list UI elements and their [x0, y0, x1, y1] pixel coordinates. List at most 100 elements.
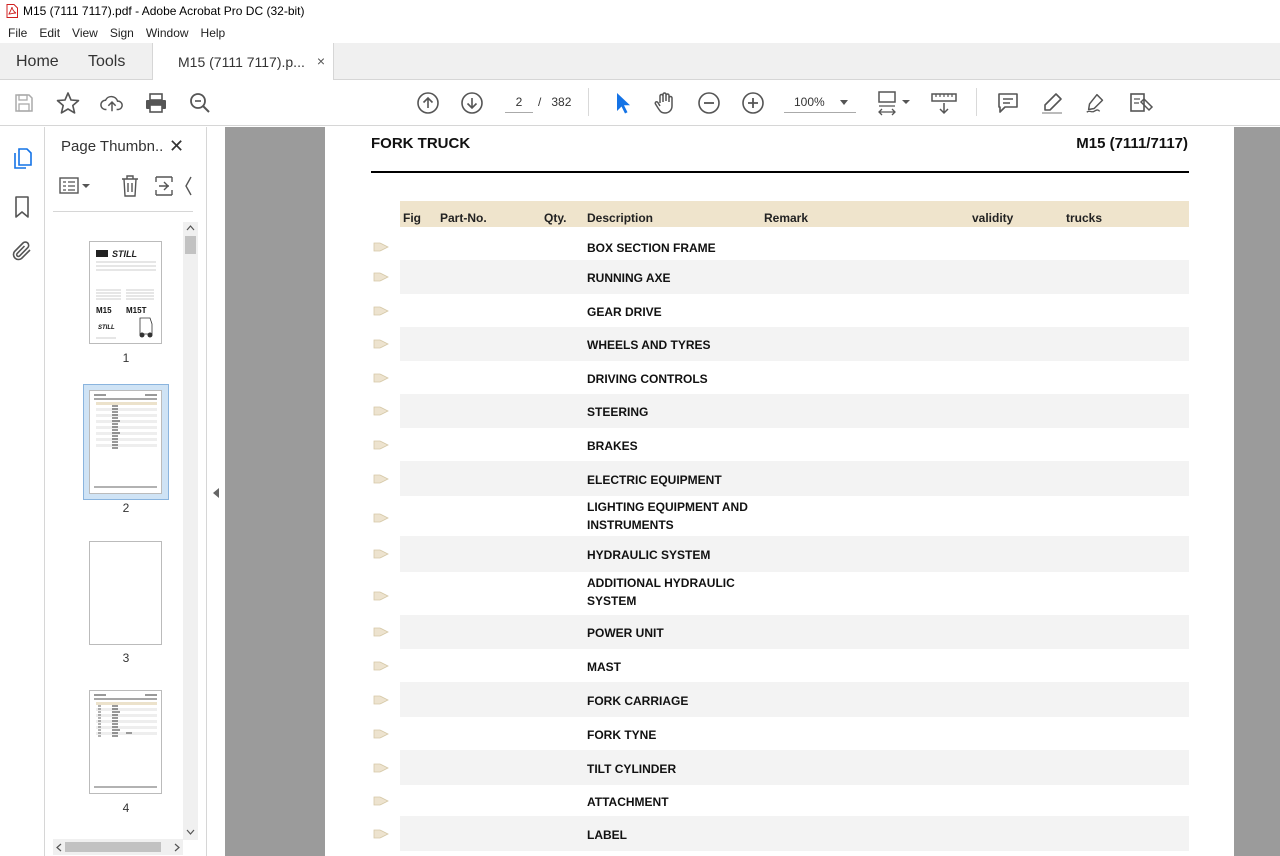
row-link-arrow-icon[interactable] — [373, 729, 389, 739]
row-link-arrow-icon[interactable] — [373, 796, 389, 806]
row-link-arrow-icon[interactable] — [373, 591, 389, 601]
menu-window[interactable]: Window — [140, 26, 195, 40]
menu-bar: File Edit View Sign Window Help — [0, 22, 1280, 43]
row-link-arrow-icon[interactable] — [373, 829, 389, 839]
previous-page-icon[interactable] — [416, 91, 440, 115]
row-link-arrow-icon[interactable] — [373, 627, 389, 637]
document-tab-label: M15 (7111 7117).p... — [178, 54, 305, 70]
page-thumbnails-icon[interactable] — [10, 147, 34, 171]
scrolling-mode-icon[interactable] — [930, 91, 958, 115]
highlight-pen-icon[interactable] — [1040, 91, 1064, 115]
col-description: Description — [587, 211, 654, 225]
tab-home[interactable]: Home — [16, 43, 59, 80]
more-tools-icon[interactable] — [183, 174, 193, 201]
row-description: ATTACHMENT — [587, 795, 669, 809]
row-link-arrow-icon[interactable] — [373, 406, 389, 416]
page-thumbnails-panel: Page Thumbn... ✕ STILL M15 M15T STILL 1 … — [45, 127, 207, 856]
attachment-icon[interactable] — [10, 239, 34, 263]
share-link-icon[interactable] — [1128, 91, 1156, 115]
zoom-in-icon[interactable] — [741, 91, 765, 115]
page-fit-icon[interactable] — [876, 91, 912, 116]
row-description: GEAR DRIVE — [587, 305, 662, 319]
next-page-icon[interactable] — [460, 91, 484, 115]
thumbnail-horizontal-scrollbar[interactable] — [53, 839, 183, 855]
tab-tools[interactable]: Tools — [88, 43, 125, 80]
row-description: BRAKES — [587, 439, 638, 453]
menu-view[interactable]: View — [66, 26, 104, 40]
save-icon[interactable] — [12, 91, 36, 115]
upload-cloud-icon[interactable] — [100, 91, 124, 115]
row-link-arrow-icon[interactable] — [373, 272, 389, 282]
thumbnail-label: 2 — [122, 501, 130, 515]
row-link-arrow-icon[interactable] — [373, 339, 389, 349]
thumbnail-options-icon[interactable] — [59, 176, 91, 199]
extract-page-icon[interactable] — [153, 174, 175, 201]
thumbnail-vertical-scrollbar[interactable] — [183, 222, 198, 840]
print-icon[interactable] — [144, 91, 168, 115]
toolbar-separator — [976, 88, 977, 116]
row-link-arrow-icon[interactable] — [373, 513, 389, 523]
select-pointer-icon[interactable] — [610, 91, 634, 115]
col-validity: validity — [972, 211, 1014, 225]
close-tab-icon[interactable]: × — [317, 53, 325, 69]
thumbnail-label: 3 — [122, 651, 130, 665]
row-description: RUNNING AXE — [587, 271, 671, 285]
bookmark-icon[interactable] — [10, 195, 34, 219]
row-link-arrow-icon[interactable] — [373, 440, 389, 450]
left-navigation-rail — [0, 127, 45, 856]
svg-text:STILL: STILL — [112, 249, 137, 259]
row-link-arrow-icon[interactable] — [373, 661, 389, 671]
menu-help[interactable]: Help — [195, 26, 232, 40]
total-pages: 382 — [551, 95, 572, 109]
thumbnail-toolbar — [53, 171, 193, 201]
toolbar-separator — [588, 88, 589, 116]
thumbnail-page-1[interactable]: STILL M15 M15T STILL — [89, 241, 162, 344]
hand-tool-icon[interactable] — [653, 91, 677, 115]
row-link-arrow-icon[interactable] — [373, 242, 389, 252]
table-row: LIGHTING EQUIPMENT AND INSTRUMENTS — [400, 496, 1189, 536]
scrollbar-thumb[interactable] — [185, 236, 196, 254]
scrollbar-thumb[interactable] — [65, 842, 161, 852]
delete-page-icon[interactable] — [119, 174, 141, 201]
row-description: FORK TYNE — [587, 728, 657, 742]
row-description: BOX SECTION FRAME — [587, 241, 716, 255]
chevron-down-icon — [840, 100, 848, 105]
row-link-arrow-icon[interactable] — [373, 474, 389, 484]
sign-pen-icon[interactable] — [1084, 91, 1108, 115]
row-link-arrow-icon[interactable] — [373, 549, 389, 559]
row-description: WHEELS AND TYRES — [587, 338, 711, 352]
star-icon[interactable] — [56, 91, 80, 115]
close-panel-icon[interactable]: ✕ — [169, 136, 184, 157]
thumbnail-page-3[interactable] — [89, 541, 162, 645]
menu-sign[interactable]: Sign — [104, 26, 140, 40]
comment-icon[interactable] — [996, 91, 1020, 115]
row-link-arrow-icon[interactable] — [373, 306, 389, 316]
menu-file[interactable]: File — [2, 26, 33, 40]
zoom-dropdown[interactable]: 100% — [784, 91, 856, 113]
table-row: WHEELS AND TYRES — [400, 327, 1189, 361]
panel-collapse-handle[interactable] — [207, 127, 225, 856]
pdf-page: FORK TRUCK M15 (7111/7117) Fig Part-No. … — [325, 127, 1234, 856]
zoom-out-icon[interactable] — [697, 91, 721, 115]
row-link-arrow-icon[interactable] — [373, 695, 389, 705]
thumbnail-page-2[interactable] — [89, 390, 162, 494]
row-description: FORK CARRIAGE — [587, 694, 689, 708]
document-viewport[interactable]: FORK TRUCK M15 (7111/7117) Fig Part-No. … — [225, 127, 1280, 856]
table-row: ADDITIONAL HYDRAULIC SYSTEM — [400, 572, 1189, 615]
table-row: DRIVING CONTROLS — [400, 361, 1189, 394]
table-row: ELECTRIC EQUIPMENT — [400, 461, 1189, 496]
tab-document[interactable]: M15 (7111 7117).p... × — [152, 43, 334, 81]
search-zoom-icon[interactable] — [188, 91, 212, 115]
table-row: POWER UNIT — [400, 615, 1189, 649]
title-bar: M15 (7111 7117).pdf - Adobe Acrobat Pro … — [0, 0, 1280, 22]
row-link-arrow-icon[interactable] — [373, 763, 389, 773]
menu-edit[interactable]: Edit — [33, 26, 66, 40]
document-heading: FORK TRUCK — [371, 135, 471, 152]
row-link-arrow-icon[interactable] — [373, 373, 389, 383]
page-total: / 382 — [538, 95, 571, 109]
row-description: ELECTRIC EQUIPMENT — [587, 473, 722, 487]
row-description: STEERING — [587, 405, 649, 419]
page-number-input[interactable]: 2 — [505, 91, 533, 113]
collapse-arrow-icon — [213, 488, 219, 498]
thumbnail-page-4[interactable] — [89, 690, 162, 794]
